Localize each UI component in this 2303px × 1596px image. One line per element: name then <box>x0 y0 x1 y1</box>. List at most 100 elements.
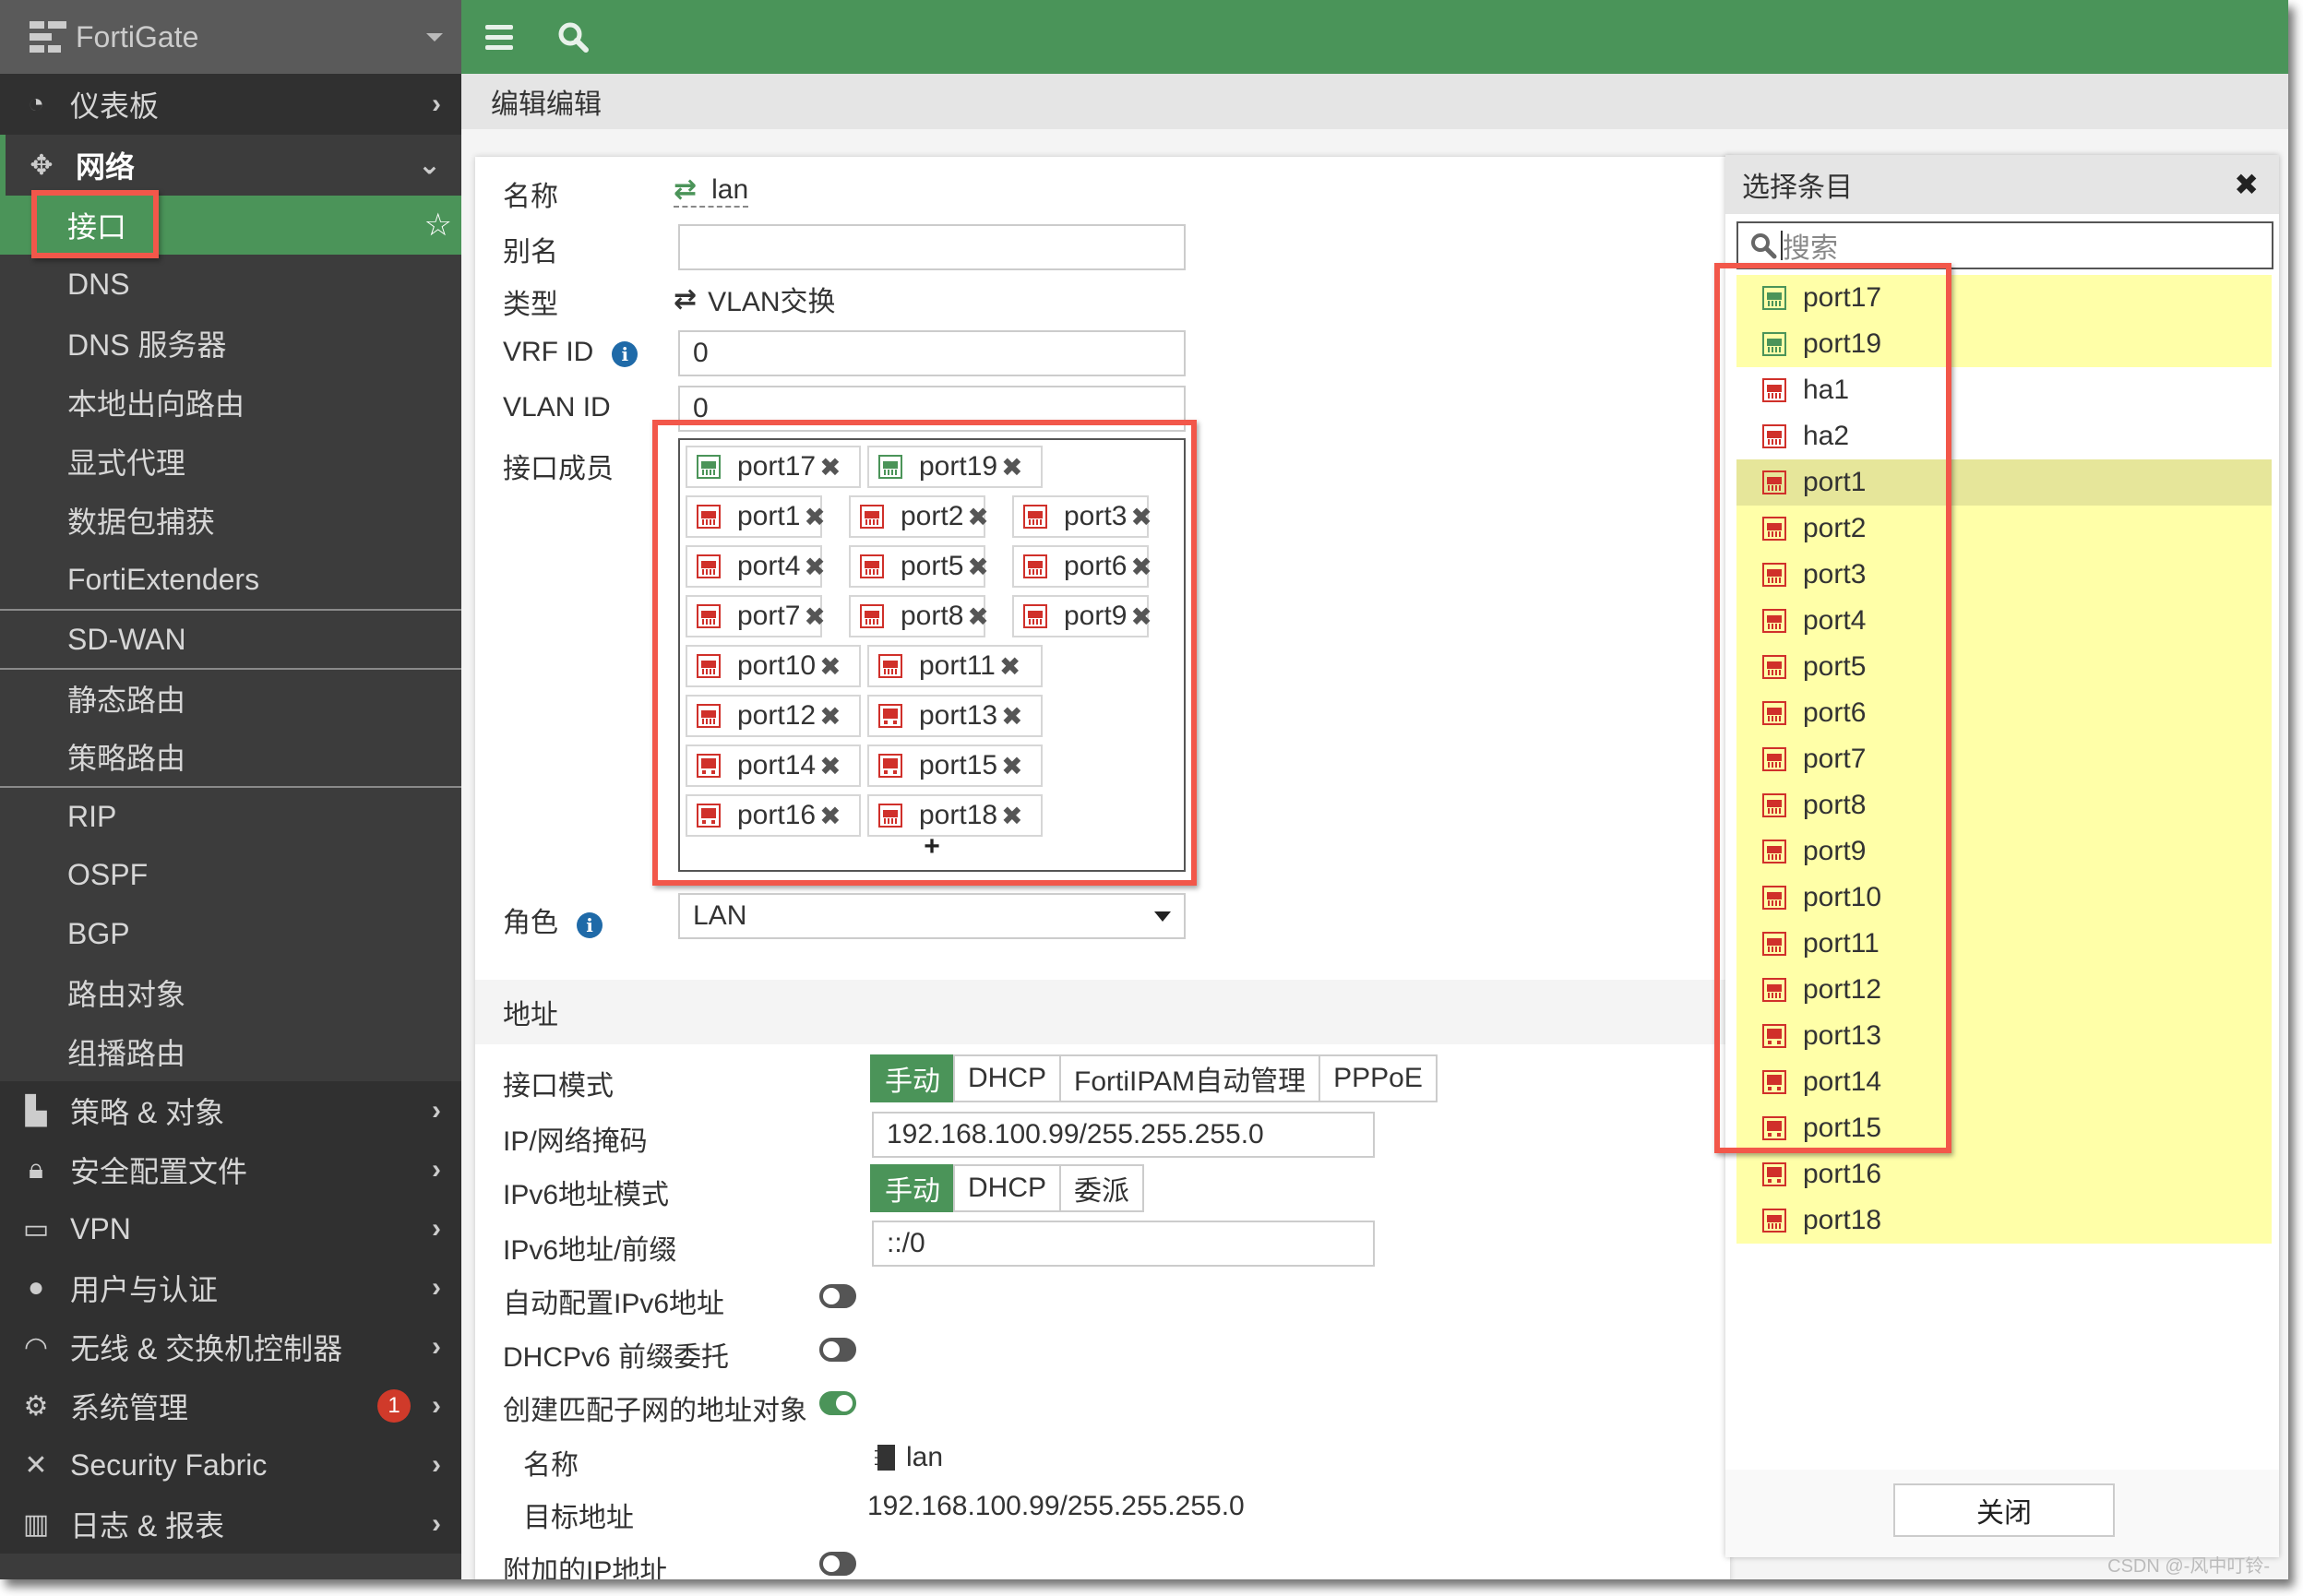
search-icon[interactable] <box>557 21 589 53</box>
picker-list-item[interactable]: port19 <box>1736 321 2272 367</box>
picker-search-input[interactable]: 搜索 <box>1736 221 2273 269</box>
remove-member-icon[interactable]: ✖ <box>1001 701 1022 732</box>
member-chip[interactable]: port11 ✖ <box>867 645 1043 687</box>
sidebar-item-laptop[interactable]: ▭ VPN › <box>0 1199 461 1258</box>
remove-member-icon[interactable]: ✖ <box>1001 452 1022 482</box>
picker-list-item[interactable]: port7 <box>1736 736 2272 782</box>
sidebar-subitem[interactable]: 策略路由 <box>0 727 461 786</box>
sidebar-item-gear[interactable]: ⚙ 系统管理 1 › <box>0 1376 461 1435</box>
extra-ip-toggle[interactable] <box>819 1552 856 1576</box>
sidebar-subitem[interactable]: BGP <box>0 904 461 963</box>
remove-member-icon[interactable]: ✖ <box>804 552 825 582</box>
picker-list-item[interactable]: port16 <box>1736 1151 2272 1197</box>
ipv6-addr-input[interactable]: ::/0 <box>872 1221 1375 1267</box>
member-chip[interactable]: port14 ✖ <box>686 744 861 787</box>
picker-list-item[interactable]: ha1 <box>1736 367 2272 413</box>
sidebar-item-lock[interactable]: 🔒︎ 安全配置文件 › <box>0 1140 461 1199</box>
mode-option[interactable]: 手动 <box>870 1054 955 1102</box>
member-chip[interactable]: port6 ✖ <box>1012 545 1152 588</box>
sidebar-subitem[interactable]: 路由对象 <box>0 963 461 1022</box>
remove-member-icon[interactable]: ✖ <box>804 502 825 532</box>
remove-member-icon[interactable]: ✖ <box>1001 801 1022 831</box>
member-chip[interactable]: port7 ✖ <box>686 595 826 637</box>
brand-header[interactable]: FortiGate <box>0 0 461 74</box>
picker-list-item[interactable]: port1 <box>1736 459 2272 506</box>
sidebar-subitem[interactable]: DNS 服务器 <box>0 314 461 373</box>
member-chip[interactable]: port3 ✖ <box>1012 495 1152 538</box>
sidebar-item-user[interactable]: ● 用户与认证 › <box>0 1258 461 1317</box>
auto-ipv6-toggle[interactable] <box>819 1284 856 1308</box>
vrf-id-input[interactable]: 0 <box>678 330 1186 376</box>
remove-member-icon[interactable]: ✖ <box>819 701 841 732</box>
remove-member-icon[interactable]: ✖ <box>967 601 988 632</box>
alias-input[interactable] <box>678 224 1186 270</box>
info-icon[interactable]: i <box>612 341 638 367</box>
sidebar-subitem[interactable]: RIP <box>0 788 461 845</box>
sidebar-subitem[interactable]: 数据包捕获 <box>0 491 461 550</box>
remove-member-icon[interactable]: ✖ <box>804 601 825 632</box>
remove-member-icon[interactable]: ✖ <box>1130 601 1152 632</box>
sidebar-subitem[interactable]: 本地出向路由 <box>0 373 461 432</box>
member-chip[interactable]: port2 ✖ <box>849 495 989 538</box>
picker-list-item[interactable]: port18 <box>1736 1197 2272 1244</box>
sidebar-subitem[interactable]: 静态路由 <box>0 670 461 727</box>
sidebar-subitem[interactable]: 组播路由 <box>0 1022 461 1081</box>
caret-down-icon[interactable] <box>426 32 443 42</box>
member-chip[interactable]: port9 ✖ <box>1012 595 1152 637</box>
add-member-button[interactable]: + <box>680 831 1184 863</box>
mode-option[interactable]: FortiIPAM自动管理 <box>1059 1054 1321 1102</box>
sidebar-item-wifi[interactable]: ◠ 无线 & 交换机控制器 › <box>0 1317 461 1376</box>
picker-list-item[interactable]: port14 <box>1736 1059 2272 1105</box>
mode-option[interactable]: 手动 <box>870 1164 955 1212</box>
mode-option[interactable]: DHCP <box>953 1164 1062 1212</box>
remove-member-icon[interactable]: ✖ <box>1001 751 1022 781</box>
sidebar-subitem[interactable]: 接口 ☆ <box>0 196 461 255</box>
member-chip[interactable]: port13 ✖ <box>867 695 1043 737</box>
member-chip[interactable]: port4 ✖ <box>686 545 826 588</box>
picker-list-item[interactable]: port5 <box>1736 644 2272 690</box>
interface-members-box[interactable]: port17 ✖ port19 ✖ port1 ✖ port2 ✖ port3 ✖ port4 ✖ po… <box>678 438 1186 872</box>
member-chip[interactable]: port17 ✖ <box>686 446 861 488</box>
remove-member-icon[interactable]: ✖ <box>819 751 841 781</box>
remove-member-icon[interactable]: ✖ <box>1130 502 1152 532</box>
sidebar-item-dashboard[interactable]: ◔ 仪表板 › <box>0 74 461 135</box>
picker-list-item[interactable]: port13 <box>1736 1013 2272 1059</box>
sidebar-subitem[interactable]: 显式代理 <box>0 432 461 491</box>
picker-list-item[interactable]: port4 <box>1736 598 2272 644</box>
picker-list-item[interactable]: port8 <box>1736 782 2272 828</box>
remove-member-icon[interactable]: ✖ <box>819 651 841 682</box>
member-chip[interactable]: port8 ✖ <box>849 595 989 637</box>
dhcpv6-toggle[interactable] <box>819 1338 856 1362</box>
remove-member-icon[interactable]: ✖ <box>967 552 988 582</box>
sidebar-subitem[interactable]: OSPF <box>0 845 461 904</box>
info-icon[interactable]: i <box>577 912 603 938</box>
mode-option[interactable]: PPPoE <box>1319 1054 1438 1102</box>
picker-list-item[interactable]: port11 <box>1736 921 2272 967</box>
star-icon[interactable]: ☆ <box>424 207 452 244</box>
close-icon[interactable]: ✖ <box>2234 167 2259 202</box>
sidebar-item-fabric[interactable]: ✕ Security Fabric › <box>0 1435 461 1495</box>
sidebar-subitem[interactable]: SD-WAN <box>0 611 461 668</box>
mode-option[interactable]: DHCP <box>953 1054 1062 1102</box>
sidebar-item-policy[interactable]: ▙ 策略 & 对象 › <box>0 1081 461 1140</box>
picker-list-item[interactable]: port17 <box>1736 275 2272 321</box>
picker-list-item[interactable]: port9 <box>1736 828 2272 875</box>
picker-list-item[interactable]: port6 <box>1736 690 2272 736</box>
remove-member-icon[interactable]: ✖ <box>819 801 841 831</box>
remove-member-icon[interactable]: ✖ <box>819 452 841 482</box>
sidebar-subitem[interactable]: FortiExtenders <box>0 550 461 609</box>
sidebar-item-network-move[interactable]: ✥ 网络 ⌄ <box>0 135 461 196</box>
role-select[interactable]: LAN <box>678 893 1186 939</box>
member-chip[interactable]: port10 ✖ <box>686 645 861 687</box>
sidebar-subitem[interactable]: DNS <box>0 255 461 314</box>
remove-member-icon[interactable]: ✖ <box>1130 552 1152 582</box>
mode-option[interactable]: 委派 <box>1059 1164 1145 1212</box>
member-chip[interactable]: port19 ✖ <box>867 446 1043 488</box>
hamburger-icon[interactable] <box>485 24 513 50</box>
member-chip[interactable]: port1 ✖ <box>686 495 826 538</box>
ip-netmask-input[interactable]: 192.168.100.99/255.255.255.0 <box>872 1112 1375 1158</box>
member-chip[interactable]: port15 ✖ <box>867 744 1043 787</box>
picker-list-item[interactable]: ha2 <box>1736 413 2272 459</box>
picker-list-item[interactable]: port10 <box>1736 875 2272 921</box>
remove-member-icon[interactable]: ✖ <box>999 651 1020 682</box>
